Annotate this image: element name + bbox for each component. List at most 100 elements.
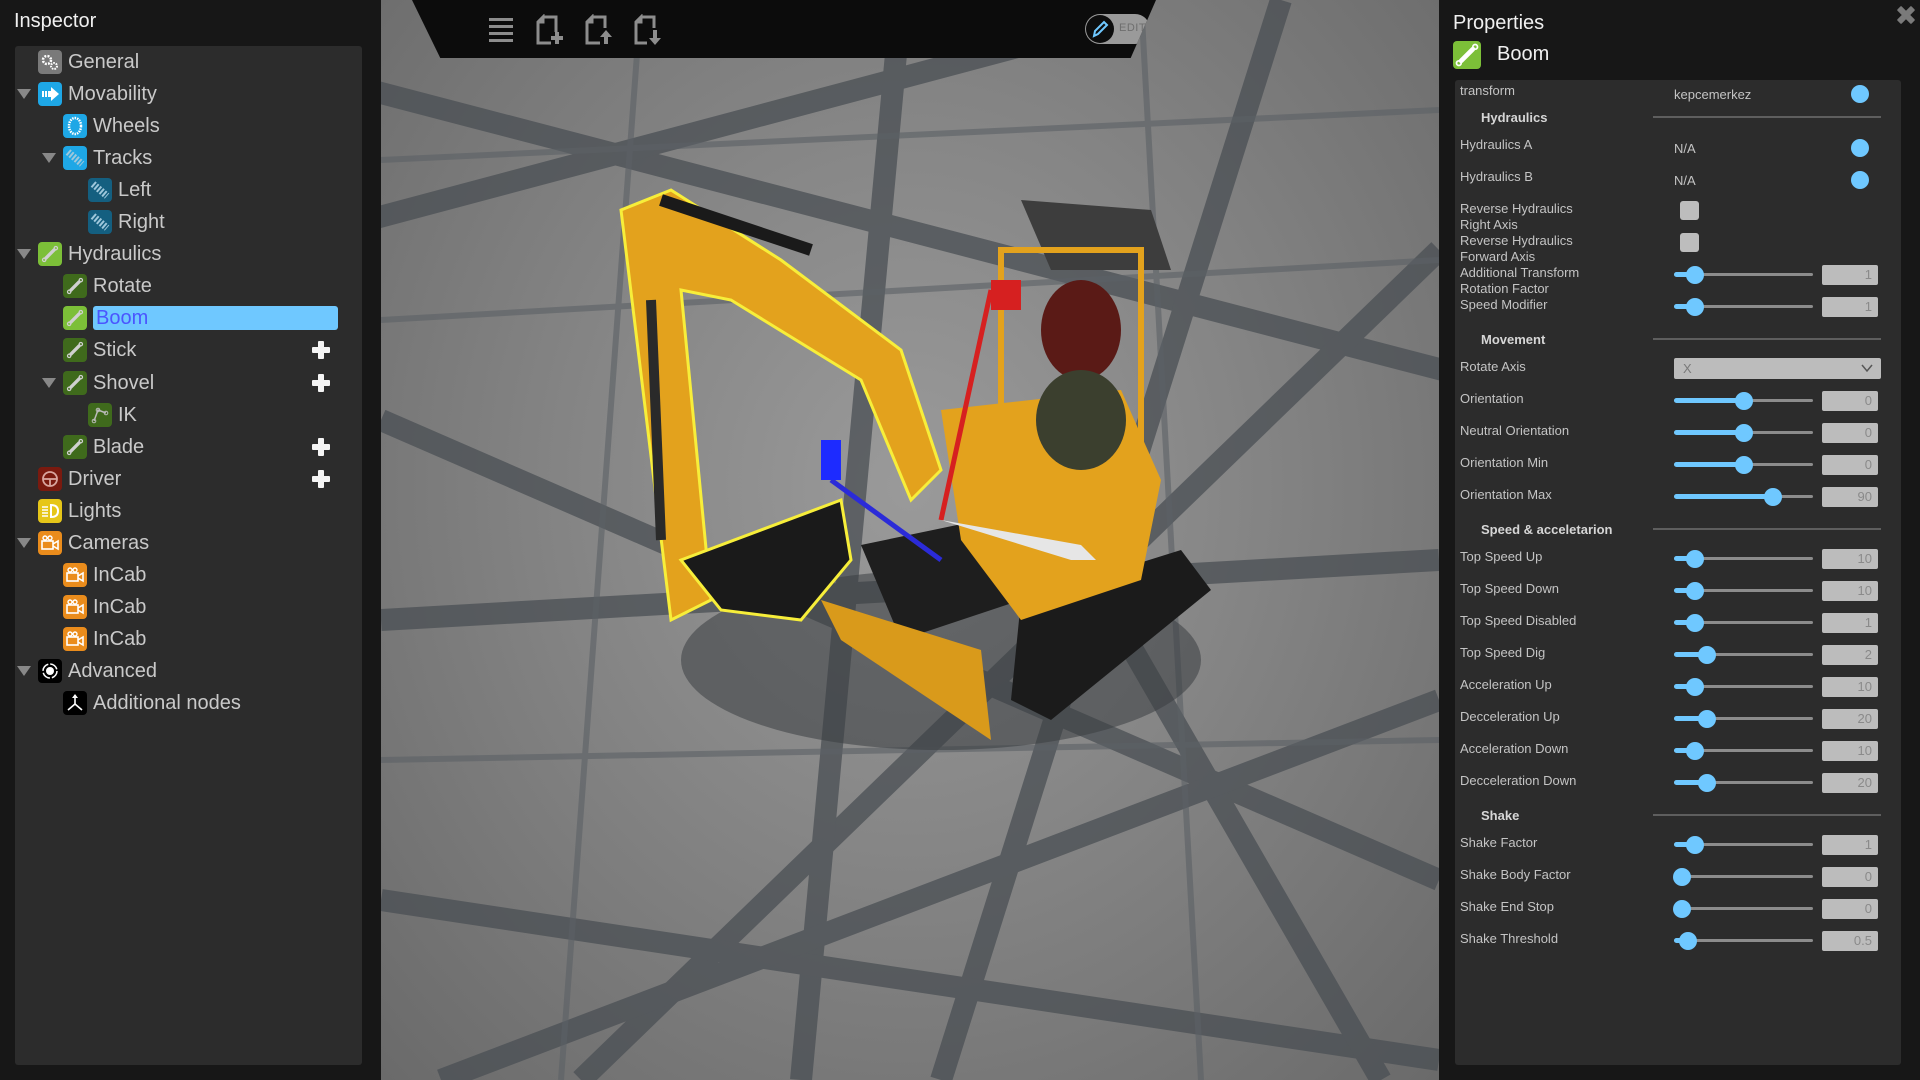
slider-thumb[interactable] (1734, 456, 1753, 474)
slider[interactable] (1674, 678, 1813, 696)
tree-item-boom[interactable]: Boom (15, 302, 362, 334)
expand-arrow-icon[interactable] (17, 89, 31, 100)
number-input[interactable]: 0 (1822, 899, 1878, 919)
slider[interactable] (1674, 710, 1813, 728)
slider[interactable] (1674, 488, 1813, 506)
slider[interactable] (1674, 614, 1813, 632)
add-child-icon[interactable] (312, 469, 330, 488)
expand-arrow-icon[interactable] (17, 537, 31, 548)
checkbox[interactable] (1680, 201, 1699, 220)
number-input[interactable]: 10 (1822, 741, 1878, 761)
tree-item-hydraulics[interactable]: Hydraulics (15, 238, 362, 270)
excavator-model[interactable] (619, 188, 1211, 750)
number-input[interactable]: 1 (1822, 835, 1878, 855)
number-input[interactable]: 90 (1822, 487, 1878, 507)
tree-item-left[interactable]: Left (15, 174, 362, 206)
slider[interactable] (1674, 646, 1813, 664)
slider-thumb[interactable] (1678, 932, 1697, 950)
slider[interactable] (1673, 900, 1813, 918)
tree-item-right[interactable]: Right (15, 206, 362, 238)
number-input[interactable]: 0 (1822, 391, 1878, 411)
slider-thumb[interactable] (1673, 868, 1692, 886)
number-input[interactable]: 20 (1822, 773, 1878, 793)
reference-value[interactable]: N/A (1674, 141, 1696, 156)
expand-arrow-icon[interactable] (17, 249, 31, 260)
expand-arrow-icon[interactable] (17, 665, 31, 676)
reference-value[interactable]: N/A (1674, 173, 1696, 188)
new-file-button[interactable] (534, 13, 566, 46)
expand-arrow-icon[interactable] (42, 153, 56, 164)
menu-button[interactable] (485, 14, 517, 46)
close-icon[interactable] (1897, 6, 1915, 24)
tree-item-blade[interactable]: Blade (15, 431, 362, 463)
tree-item-incab[interactable]: InCab (15, 623, 362, 655)
number-input[interactable]: 1 (1822, 613, 1878, 633)
tree-item-tracks[interactable]: Tracks (15, 142, 362, 174)
tree-item-incab[interactable]: InCab (15, 591, 362, 623)
slider-thumb[interactable] (1763, 488, 1782, 506)
slider-thumb[interactable] (1698, 710, 1717, 728)
number-input[interactable]: 2 (1822, 645, 1878, 665)
tree-item-movability[interactable]: Movability (15, 78, 362, 110)
number-input[interactable]: 1 (1822, 297, 1878, 317)
tree-item-driver[interactable]: Driver (15, 463, 362, 495)
slider[interactable] (1674, 298, 1813, 316)
checkbox[interactable] (1680, 233, 1699, 252)
tree-item-stick[interactable]: Stick (15, 334, 362, 366)
slider-thumb[interactable] (1685, 582, 1704, 600)
number-input[interactable]: 0 (1822, 423, 1878, 443)
slider[interactable] (1673, 868, 1813, 886)
tree-item-advanced[interactable]: Advanced (15, 655, 362, 687)
tree-item-incab[interactable]: InCab (15, 559, 362, 591)
pick-reference-dot[interactable] (1851, 139, 1869, 157)
add-child-icon[interactable] (312, 341, 330, 360)
slider[interactable] (1674, 836, 1813, 854)
add-child-icon[interactable] (312, 373, 330, 392)
3d-viewport[interactable]: EDIT (381, 0, 1439, 1080)
number-input[interactable]: 1 (1822, 265, 1878, 285)
upload-file-button[interactable] (583, 13, 615, 46)
slider[interactable] (1674, 550, 1813, 568)
slider-thumb[interactable] (1685, 266, 1704, 284)
slider-thumb[interactable] (1685, 550, 1704, 568)
slider-thumb[interactable] (1685, 678, 1704, 696)
tree-item-shovel[interactable]: Shovel (15, 367, 362, 399)
number-input[interactable]: 0 (1822, 455, 1878, 475)
expand-arrow-icon[interactable] (42, 377, 56, 388)
tree-item-cameras[interactable]: Cameras (15, 527, 362, 559)
slider-thumb[interactable] (1698, 646, 1717, 664)
slider[interactable] (1674, 932, 1813, 950)
download-file-button[interactable] (632, 13, 664, 46)
slider-thumb[interactable] (1673, 900, 1692, 918)
transform-pick-dot[interactable] (1851, 85, 1869, 103)
slider-thumb[interactable] (1685, 836, 1704, 854)
slider[interactable] (1674, 392, 1813, 410)
slider-thumb[interactable] (1685, 614, 1704, 632)
number-input[interactable]: 0.5 (1822, 931, 1878, 951)
pick-reference-dot[interactable] (1851, 171, 1869, 189)
tree-item-wheels[interactable]: Wheels (15, 110, 362, 142)
slider-thumb[interactable] (1734, 424, 1753, 442)
tree-item-additional-nodes[interactable]: Additional nodes (15, 687, 362, 719)
transform-value[interactable]: kepcemerkez (1674, 87, 1751, 102)
number-input[interactable]: 20 (1822, 709, 1878, 729)
rotate-axis-select[interactable]: X (1674, 358, 1881, 379)
tree-item-ik[interactable]: IK (15, 399, 362, 431)
slider[interactable] (1674, 424, 1813, 442)
slider-thumb[interactable] (1734, 392, 1753, 410)
number-input[interactable]: 10 (1822, 581, 1878, 601)
number-input[interactable]: 10 (1822, 549, 1878, 569)
number-input[interactable]: 0 (1822, 867, 1878, 887)
slider[interactable] (1674, 582, 1813, 600)
slider[interactable] (1674, 266, 1813, 284)
slider[interactable] (1674, 456, 1813, 474)
scene-render[interactable] (381, 0, 1439, 1080)
slider[interactable] (1674, 742, 1813, 760)
tree-item-general[interactable]: General (15, 46, 362, 78)
tree-item-rotate[interactable]: Rotate (15, 270, 362, 302)
slider-thumb[interactable] (1685, 298, 1704, 316)
tree-item-lights[interactable]: Lights (15, 495, 362, 527)
slider[interactable] (1674, 774, 1813, 792)
number-input[interactable]: 10 (1822, 677, 1878, 697)
slider-thumb[interactable] (1698, 774, 1717, 792)
